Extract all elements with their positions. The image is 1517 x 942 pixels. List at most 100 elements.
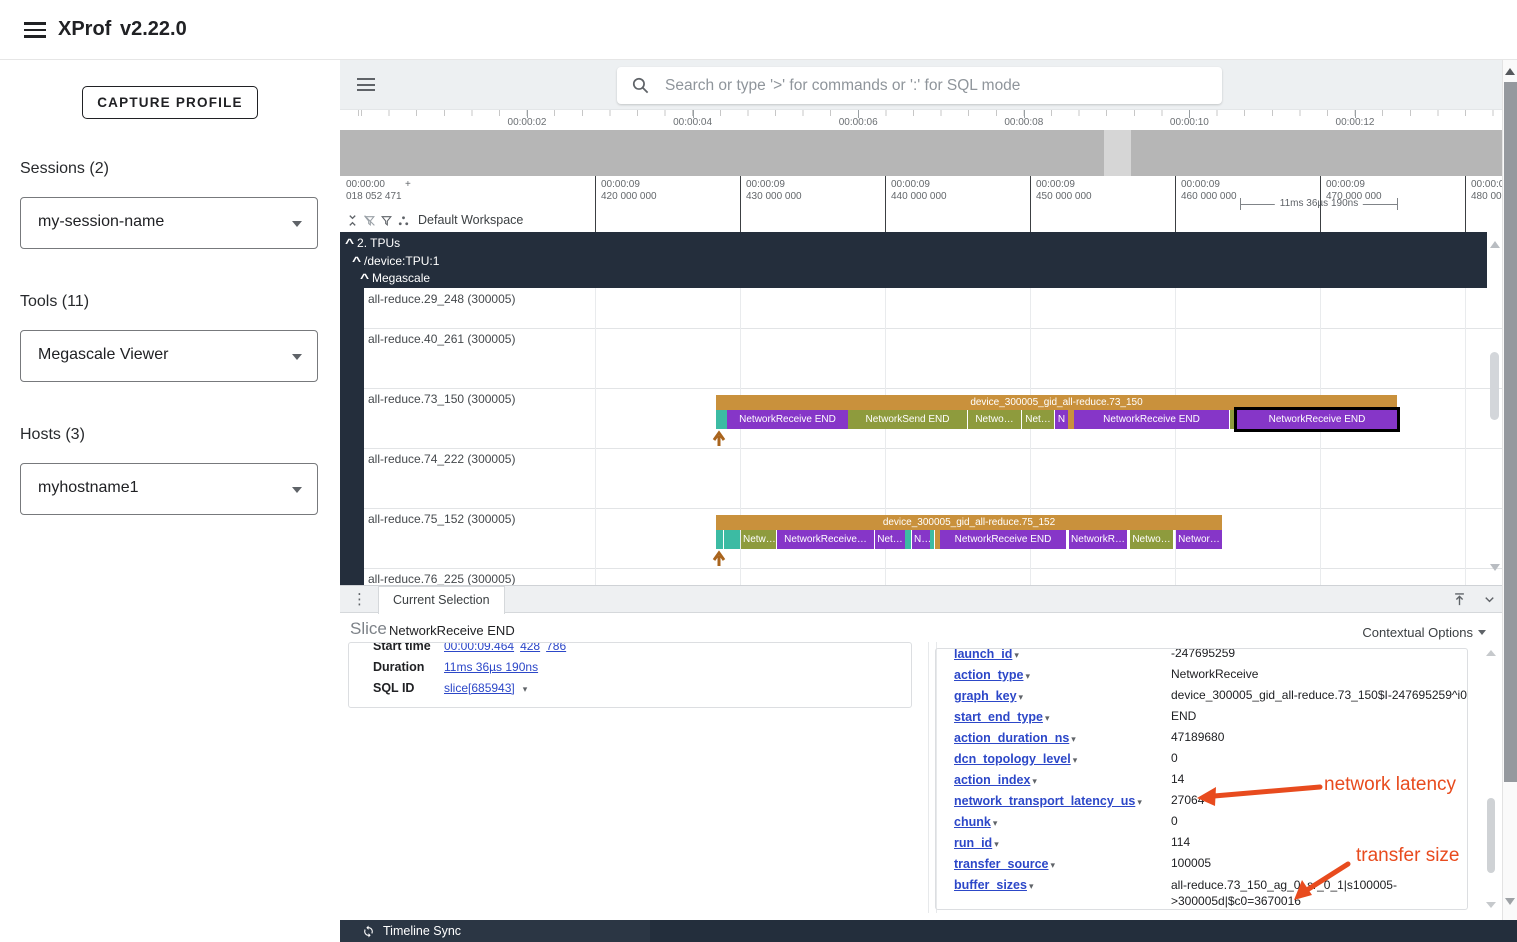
hamburger-menu-icon[interactable]: [24, 22, 46, 38]
arg-key-link[interactable]: start_end_type: [954, 710, 1043, 724]
arg-key-link[interactable]: transfer_source: [954, 857, 1049, 871]
chevron-down-icon[interactable]: [1482, 592, 1497, 607]
timeline-slice[interactable]: [905, 530, 911, 549]
timeline-slice[interactable]: NetworkSend END: [848, 410, 967, 429]
overview-time-ruler[interactable]: 00:00:0200:00:0400:00:0600:00:0800:00:10…: [340, 110, 1502, 130]
minimap-viewport[interactable]: [1104, 130, 1131, 176]
chevron-down-icon[interactable]: ▾: [1032, 776, 1037, 786]
detail-row: SQL IDslice[685943]▾: [373, 677, 911, 698]
arg-key-link[interactable]: network_transport_latency_us: [954, 794, 1135, 808]
grid-line: [595, 288, 596, 585]
timeline-slice[interactable]: [716, 410, 727, 429]
chevron-down-icon[interactable]: ▾: [1045, 713, 1050, 723]
scroll-up-icon[interactable]: [1505, 68, 1515, 75]
timeline-minimap[interactable]: [340, 130, 1502, 176]
chevron-down-icon[interactable]: ▾: [1071, 734, 1076, 744]
chevron-down-icon[interactable]: ▾: [1025, 671, 1030, 681]
detail-value-link[interactable]: 786: [546, 642, 566, 653]
timeline-slice[interactable]: Netwo…: [968, 410, 1021, 429]
scroll-down-icon[interactable]: [1486, 902, 1496, 908]
timeline-slice[interactable]: NetworkReceive…: [777, 530, 874, 549]
chevron-down-icon[interactable]: ▾: [1051, 860, 1056, 870]
page-scrollbar[interactable]: [1502, 60, 1517, 920]
kebab-menu-icon[interactable]: ⋮: [352, 590, 367, 608]
session-select[interactable]: my-session-name: [20, 197, 318, 249]
arg-key-link[interactable]: action_index: [954, 773, 1030, 787]
timeline-slice[interactable]: NetworkReceive END: [727, 410, 848, 429]
track-group-megascale[interactable]: ^Megascale: [340, 270, 1487, 288]
timeline-rows[interactable]: all-reduce.29_248 (300005) all-reduce.40_…: [340, 288, 1502, 585]
detail-time-ruler[interactable]: 11ms 36µs 190ns Default Workspace 00:00:…: [340, 176, 1502, 232]
search-input[interactable]: [663, 67, 1213, 104]
timeline-slice-selected[interactable]: NetworkReceive END: [1234, 407, 1400, 432]
sidebar-toggle-icon[interactable]: [357, 78, 375, 91]
args-scrollbar[interactable]: [1486, 648, 1496, 910]
arg-key-link[interactable]: dcn_topology_level: [954, 752, 1071, 766]
timeline-slice[interactable]: [724, 530, 740, 549]
timeline-slice[interactable]: NetworkR…: [1069, 530, 1127, 549]
arg-key-link[interactable]: launch_id: [954, 648, 1012, 661]
chevron-down-icon[interactable]: ▾: [1014, 650, 1019, 660]
chevron-down-icon[interactable]: ▾: [994, 839, 999, 849]
arg-key-link[interactable]: graph_key: [954, 689, 1017, 703]
detail-value-link[interactable]: 00:00:09.464: [444, 642, 514, 653]
arg-key-link[interactable]: run_id: [954, 836, 992, 850]
dock-to-top-icon[interactable]: [1452, 592, 1467, 607]
chevron-down-icon[interactable]: ▾: [993, 818, 998, 828]
timeline-slice[interactable]: Net…: [875, 530, 905, 549]
filter-icon[interactable]: [380, 214, 393, 227]
track-row-label[interactable]: all-reduce.40_261 (300005): [368, 332, 515, 346]
track-row-label[interactable]: all-reduce.73_150 (300005): [368, 392, 515, 406]
scrollbar-thumb[interactable]: [1490, 352, 1499, 420]
search-box[interactable]: [617, 67, 1222, 104]
contextual-options-dropdown[interactable]: Contextual Options: [1362, 625, 1486, 640]
timeline-slice[interactable]: N…: [912, 530, 930, 549]
timeline-slice[interactable]: [716, 530, 723, 549]
details-panel-tabbar: [340, 586, 1502, 613]
timeline-slice[interactable]: Net…: [1022, 410, 1054, 429]
timeline-slice[interactable]: [930, 530, 934, 549]
chevron-down-icon[interactable]: ▾: [1137, 797, 1142, 807]
timeline-sync-button[interactable]: Timeline Sync: [362, 920, 461, 942]
tracks-scrollbar[interactable]: [1489, 237, 1500, 577]
timeline-slice[interactable]: Netwo…: [1130, 530, 1173, 549]
workspace-label[interactable]: Default Workspace: [418, 213, 523, 227]
capture-profile-button[interactable]: CAPTURE PROFILE: [82, 86, 258, 119]
detail-value-link[interactable]: 11ms 36µs 190ns: [444, 660, 538, 674]
detail-value-link[interactable]: slice[685943]: [444, 681, 515, 695]
track-row-label[interactable]: all-reduce.74_222 (300005): [368, 452, 515, 466]
timeline-slice[interactable]: Netw…: [741, 530, 776, 549]
chevron-down-icon[interactable]: ▾: [1073, 755, 1078, 765]
timeline-slice[interactable]: NetworkReceive END: [940, 530, 1066, 549]
scroll-up-icon[interactable]: [1486, 650, 1496, 656]
host-select[interactable]: myhostname1: [20, 463, 318, 515]
scroll-down-icon[interactable]: [1490, 564, 1500, 571]
scroll-down-icon[interactable]: [1505, 898, 1515, 905]
chevron-down-icon[interactable]: ▾: [1029, 881, 1034, 891]
chevron-down-icon[interactable]: ▾: [523, 684, 528, 694]
timeline-slice[interactable]: NetworkReceive END: [1074, 410, 1229, 429]
scrollbar-thumb[interactable]: [1487, 798, 1495, 873]
track-group-tpus[interactable]: ^2. TPUs: [340, 235, 1487, 253]
arg-key-link[interactable]: action_type: [954, 668, 1023, 682]
scrollbar-thumb[interactable]: [1504, 82, 1517, 782]
track-row-label[interactable]: all-reduce.76_225 (300005): [368, 572, 515, 585]
scroll-up-icon[interactable]: [1490, 241, 1500, 248]
track-row-label[interactable]: all-reduce.29_248 (300005): [368, 292, 515, 306]
overview-tick-label: 00:00:06: [839, 117, 878, 128]
arg-key-link[interactable]: chunk: [954, 815, 991, 829]
slice-group-bar[interactable]: device_300005_gid_all-reduce.75_152: [716, 515, 1222, 530]
chevron-down-icon[interactable]: ▾: [1019, 692, 1024, 702]
timeline-slice[interactable]: Networ…: [1176, 530, 1222, 549]
collapse-icon[interactable]: [346, 214, 359, 227]
arg-key-link[interactable]: action_duration_ns: [954, 731, 1069, 745]
detail-value-link[interactable]: 428: [520, 642, 540, 653]
track-group-device[interactable]: ^/device:TPU:1: [340, 253, 1487, 271]
filter-off-icon[interactable]: [363, 214, 376, 227]
track-row-label[interactable]: all-reduce.75_152 (300005): [368, 512, 515, 526]
workspace-icon[interactable]: [397, 214, 410, 227]
tab-current-selection[interactable]: Current Selection: [378, 586, 505, 614]
arg-key-link[interactable]: buffer_sizes: [954, 878, 1027, 892]
tool-select[interactable]: Megascale Viewer: [20, 330, 318, 382]
timeline-slice[interactable]: N: [1055, 410, 1068, 429]
